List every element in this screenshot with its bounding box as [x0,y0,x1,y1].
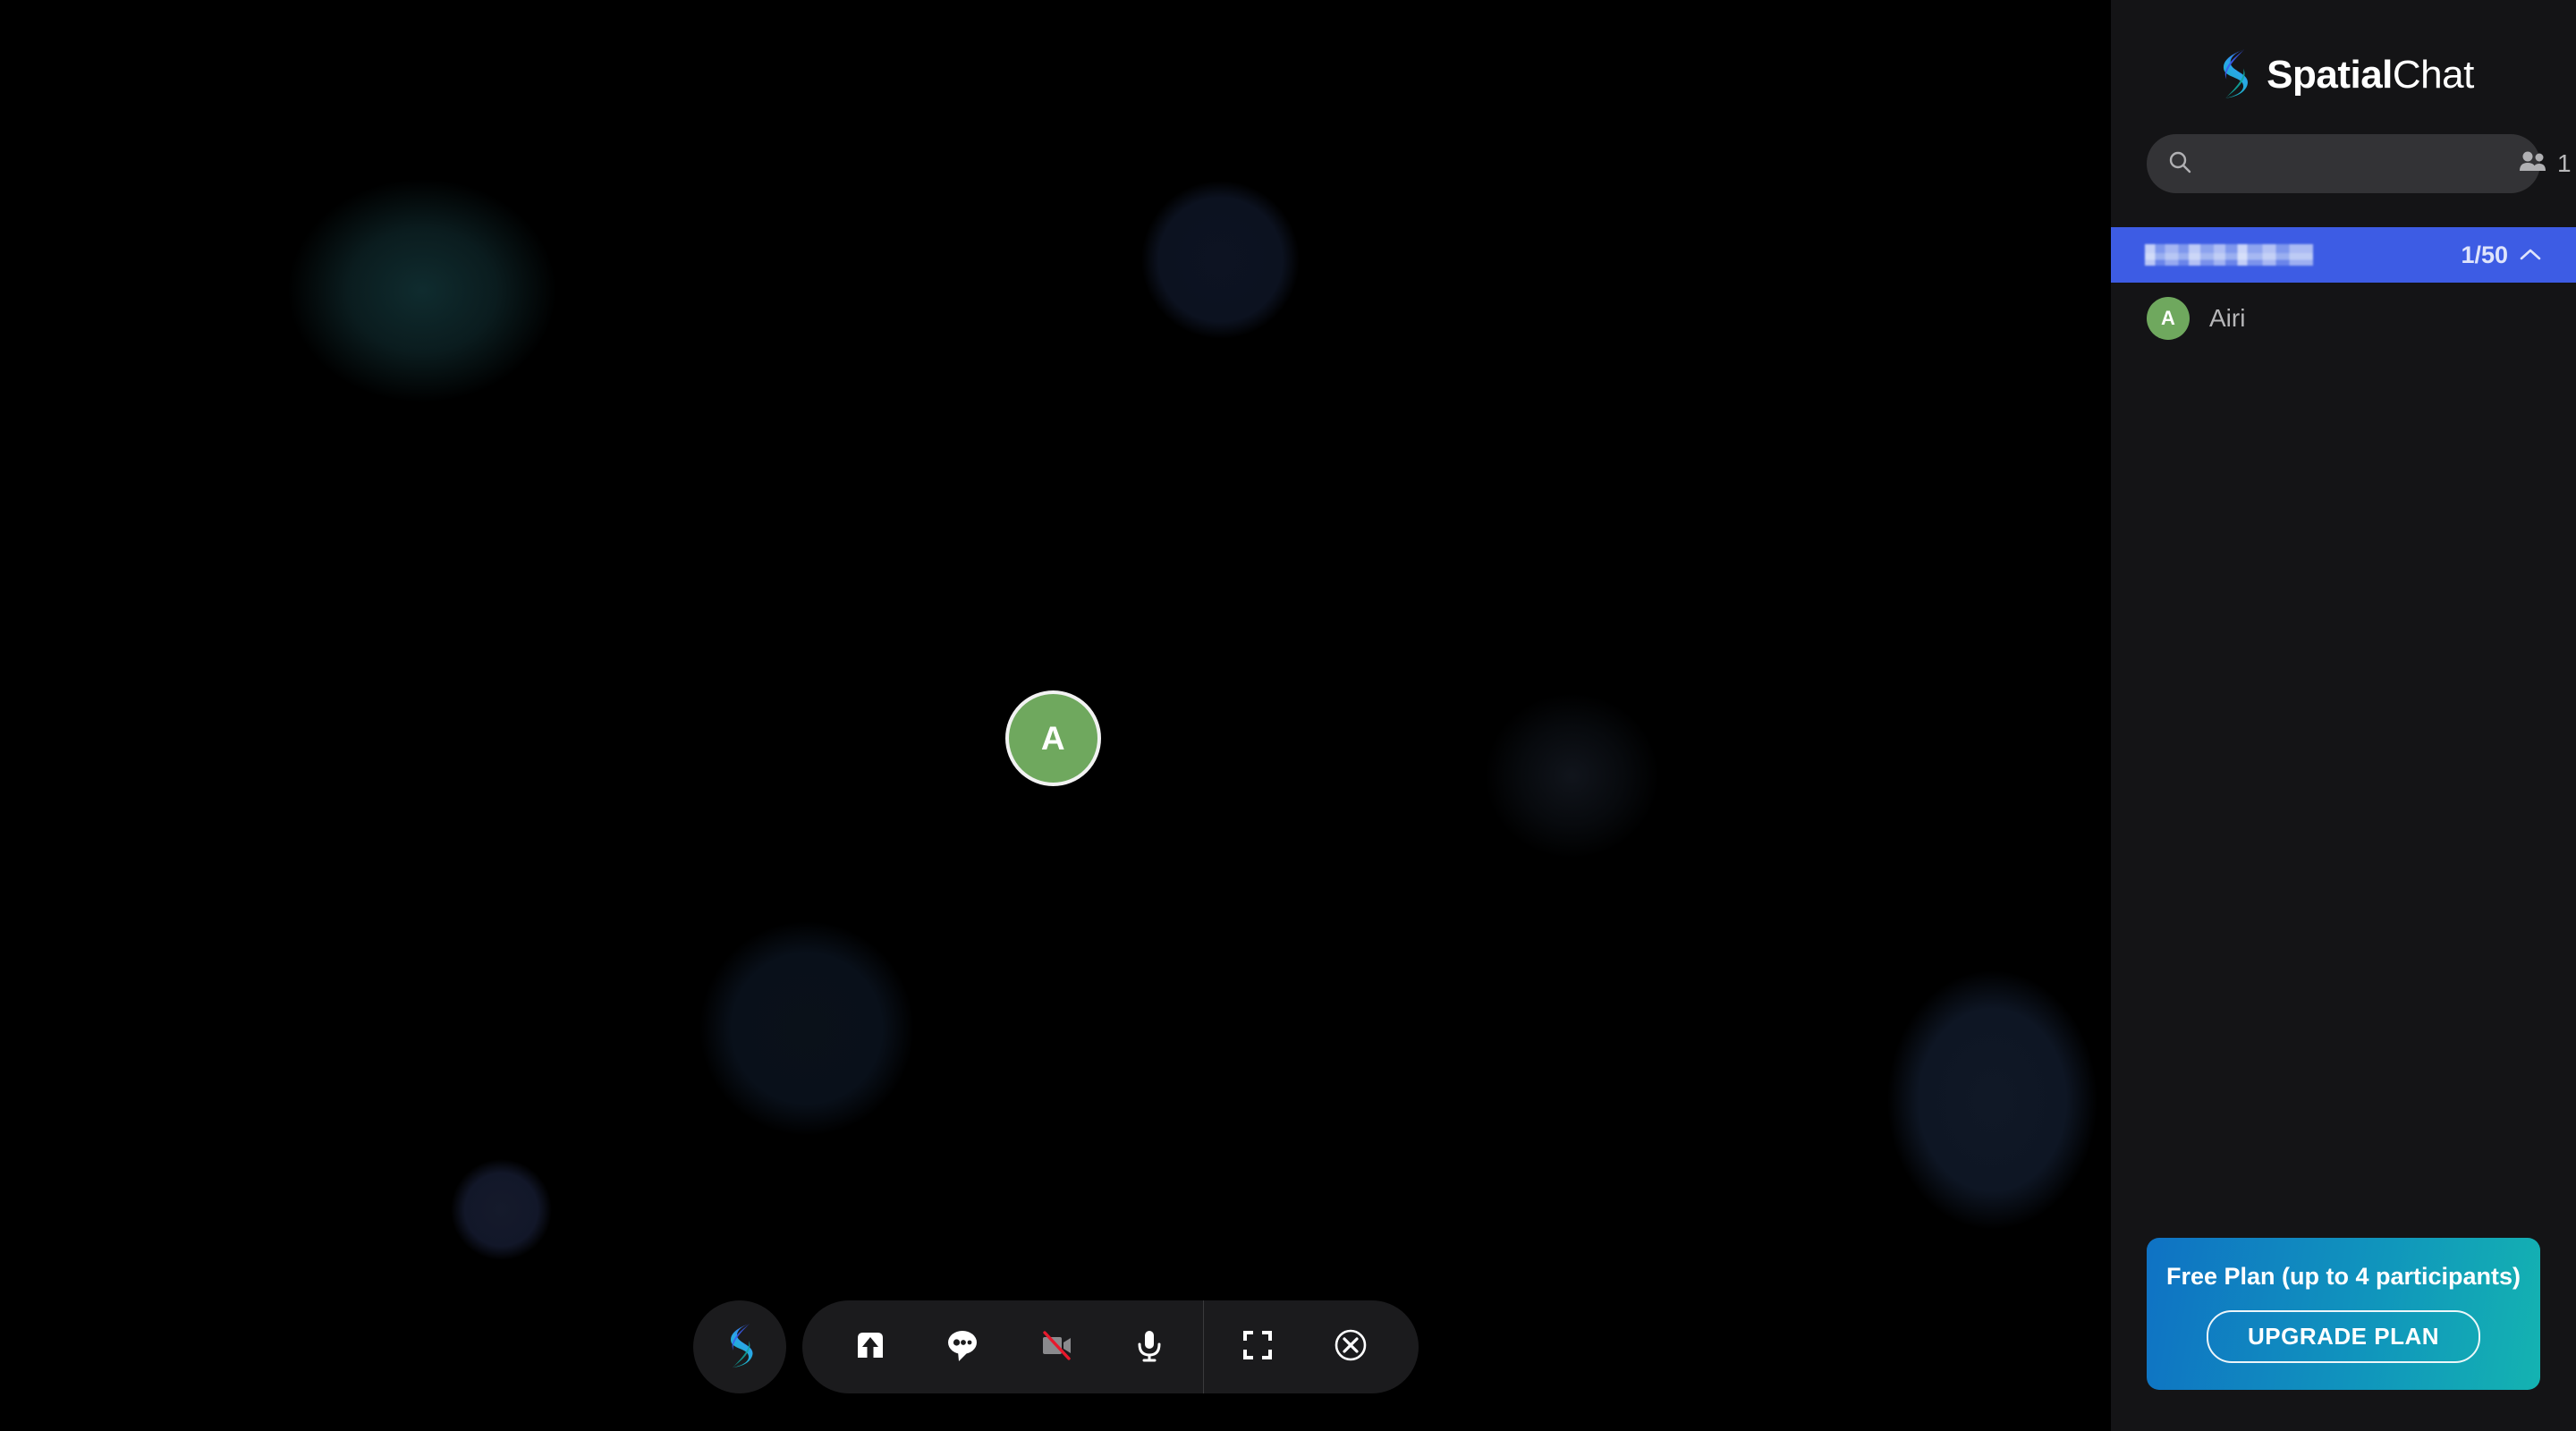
leave-button[interactable] [1304,1300,1397,1393]
room-capacity: 1/50 [2461,241,2542,269]
close-circle-icon [1331,1325,1370,1369]
room-header[interactable]: 1/50 [2111,227,2576,283]
participants-list: A Airi [2111,283,2576,1238]
right-sidebar: SpatialChat 1 1/50 A Airi Free Plan (up … [2111,0,2576,1431]
people-icon [2518,149,2548,179]
space-canvas[interactable]: A [0,0,2111,1431]
brand-title-bold: Spatial [2267,53,2393,97]
room-capacity-label: 1/50 [2461,241,2508,268]
spatialchat-s-logo-icon [722,1320,758,1375]
background-blob [1485,693,1659,859]
background-blob [1141,181,1300,339]
fullscreen-button[interactable] [1211,1300,1304,1393]
room-name-redacted [2145,244,2313,266]
brand-title: SpatialChat [2267,55,2474,95]
share-screen-button[interactable] [824,1300,917,1393]
chevron-up-icon[interactable] [2519,241,2542,269]
background-blob [699,921,914,1136]
brand-title-light: Chat [2392,53,2474,97]
spatialchat-app: A SpatialChat 1 1/50 A Airi Free Plan (u… [0,0,2576,1431]
search-input[interactable] [2206,149,2505,178]
avatar-initial: A [2161,307,2175,329]
toolbar-inner [692,1300,1419,1393]
bottom-toolbar [0,1300,2111,1393]
fullscreen-icon [1238,1325,1277,1369]
upgrade-plan-button[interactable]: UPGRADE PLAN [2206,1310,2480,1363]
chat-button[interactable] [917,1300,1010,1393]
upgrade-banner[interactable]: Free Plan (up to 4 participants) UPGRADE… [2147,1238,2540,1390]
search-row: 1 [2111,134,2576,193]
background-blob [288,179,556,402]
toolbar-divider [1202,1300,1204,1393]
participant-name: Airi [2209,304,2246,332]
share-upload-icon [851,1325,890,1369]
list-item[interactable]: A Airi [2111,283,2576,354]
self-avatar-initial: A [1040,719,1066,757]
background-blob [451,1159,552,1260]
background-blob [1887,970,2097,1230]
people-count-value: 1 [2557,149,2572,177]
microphone-button[interactable] [1103,1300,1196,1393]
search-box[interactable]: 1 [2147,134,2572,193]
people-count: 1 [2518,149,2572,179]
toolbar-pill [801,1300,1419,1393]
spatialchat-logo-icon [2213,46,2254,106]
camera-button[interactable] [1010,1300,1103,1393]
upgrade-banner-title: Free Plan (up to 4 participants) [2165,1263,2521,1290]
search-icon [2166,148,2193,180]
brand-header: SpatialChat [2111,0,2576,134]
microphone-icon [1130,1325,1169,1369]
chat-bubble-icon [944,1325,983,1369]
avatar: A [2147,297,2190,340]
toolbar-logo-button[interactable] [692,1300,786,1393]
camera-off-icon [1037,1325,1076,1369]
self-avatar-bubble[interactable]: A [1005,690,1101,786]
